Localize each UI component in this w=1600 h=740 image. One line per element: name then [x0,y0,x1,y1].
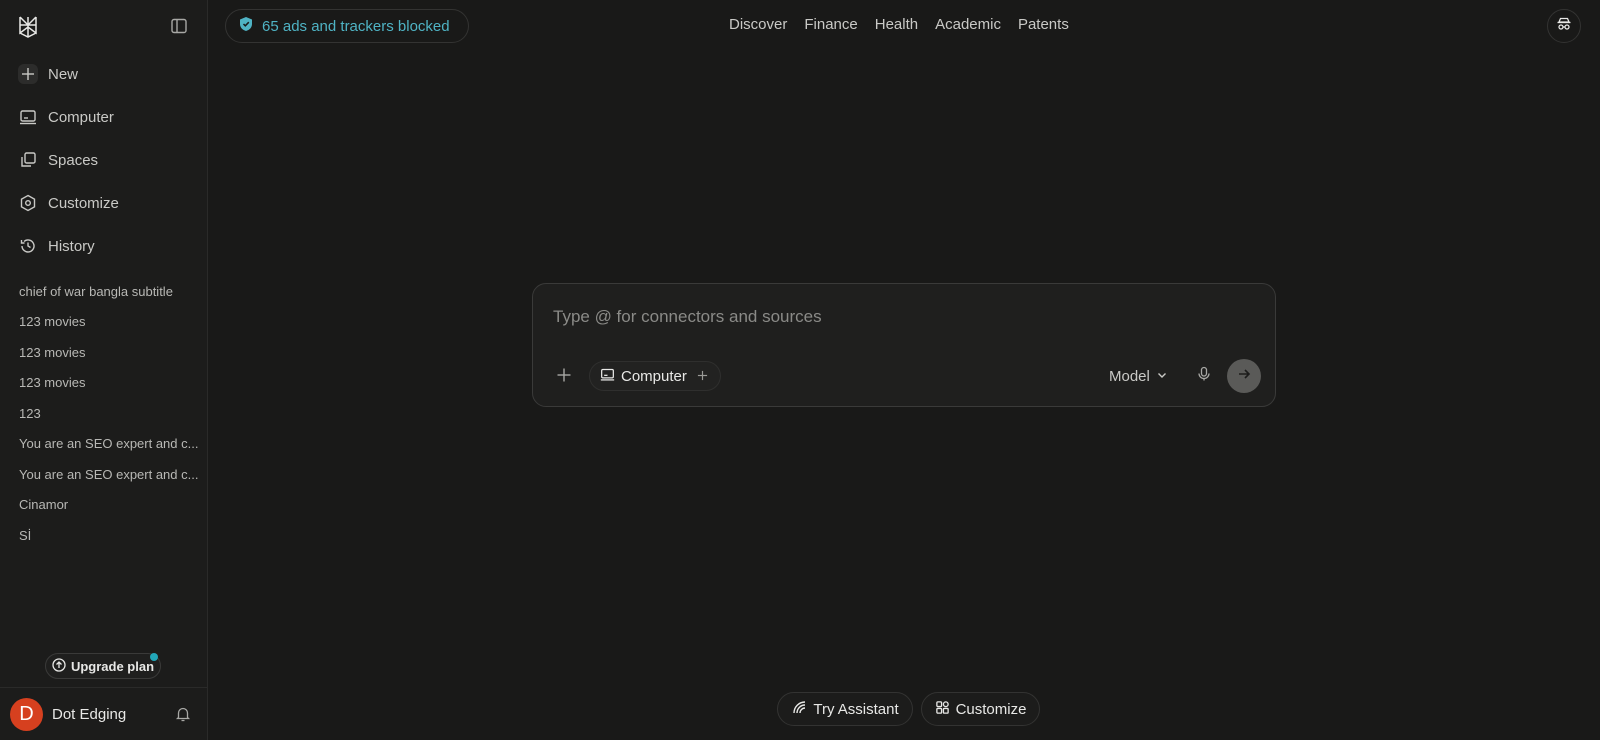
sidebar-item-label: Spaces [48,151,99,169]
top-nav: Discover Finance Health Academic Patents [729,16,1069,33]
spaces-icon [18,150,38,170]
sidebar-item-spaces[interactable]: Spaces [8,142,200,178]
collapse-sidebar-icon[interactable] [169,16,189,36]
computer-icon [600,367,615,386]
ads-blocked-label: 65 ads and trackers blocked [262,17,450,35]
computer-chip-label: Computer [621,367,687,385]
upgrade-plan-label: Upgrade plan [70,658,155,674]
history-item[interactable]: Cinamor [8,490,200,521]
history-item[interactable]: Sİ [8,520,200,551]
submit-button[interactable] [1227,359,1261,393]
customize-button[interactable]: Customize [921,692,1040,726]
incognito-button[interactable] [1547,9,1581,43]
arrow-right-icon [1237,367,1251,386]
user-profile[interactable]: D Dot Edging [10,697,200,731]
user-name: Dot Edging [52,705,127,723]
sidebar-item-label: History [48,237,95,255]
history-item[interactable]: 123 movies [8,368,200,399]
bell-icon[interactable] [174,705,192,723]
try-assistant-button[interactable]: Try Assistant [777,692,913,726]
history-item[interactable]: You are an SEO expert and c... [8,459,200,490]
history-item[interactable]: 123 movies [8,307,200,338]
history-item[interactable]: 123 movies [8,337,200,368]
ads-blocked-badge[interactable]: 65 ads and trackers blocked [225,9,469,43]
chip-plus-icon[interactable] [697,368,708,385]
computer-icon [18,107,38,127]
computer-source-chip[interactable]: Computer [589,361,721,391]
upgrade-plan-button[interactable]: Upgrade plan [45,653,161,679]
sidebar-item-label: Customize [48,194,119,212]
perplexity-logo-icon[interactable] [15,14,41,40]
history-item[interactable]: 123 [8,398,200,429]
sidebar-item-computer[interactable]: Computer [8,99,200,135]
search-composer: Computer Model [532,283,1276,407]
sidebar-item-new[interactable]: New [8,56,200,92]
app-window: New Computer Spaces Customize History ch… [0,0,1600,740]
sidebar-divider [0,687,208,688]
incognito-icon [1556,16,1572,37]
shield-icon [238,16,254,36]
arrow-up-circle-icon [52,657,66,675]
attach-plus-button[interactable] [553,364,575,386]
nav-academic[interactable]: Academic [935,16,1001,33]
chevron-down-icon [1156,368,1168,385]
nav-health[interactable]: Health [875,16,918,33]
customize-label: Customize [955,700,1027,718]
sidebar-item-label: Computer [48,108,114,126]
sidebar-item-label: New [48,65,79,83]
plus-icon [18,64,38,84]
microphone-icon [1196,366,1212,387]
history-item[interactable]: chief of war bangla subtitle [8,276,200,307]
microphone-button[interactable] [1193,365,1215,387]
model-label: Model [1109,367,1150,385]
notification-dot [150,653,158,661]
history-item[interactable]: You are an SEO expert and c... [8,429,200,460]
assistant-icon [791,699,807,719]
nav-finance[interactable]: Finance [804,16,857,33]
model-selector[interactable]: Model [1109,365,1168,387]
search-input[interactable] [553,302,1253,332]
sidebar-item-history[interactable]: History [8,228,200,264]
avatar[interactable]: D [10,697,43,731]
history-list: chief of war bangla subtitle 123 movies … [8,276,200,551]
sidebar-nav: New Computer Spaces Customize History [8,56,200,271]
grid-icon [935,700,950,719]
nav-patents[interactable]: Patents [1018,16,1069,33]
hexagon-icon [18,193,38,213]
sidebar-item-customize[interactable]: Customize [8,185,200,221]
try-assistant-label: Try Assistant [813,700,899,718]
history-icon [18,236,38,256]
nav-discover[interactable]: Discover [729,16,787,33]
sidebar: New Computer Spaces Customize History ch… [0,0,208,740]
